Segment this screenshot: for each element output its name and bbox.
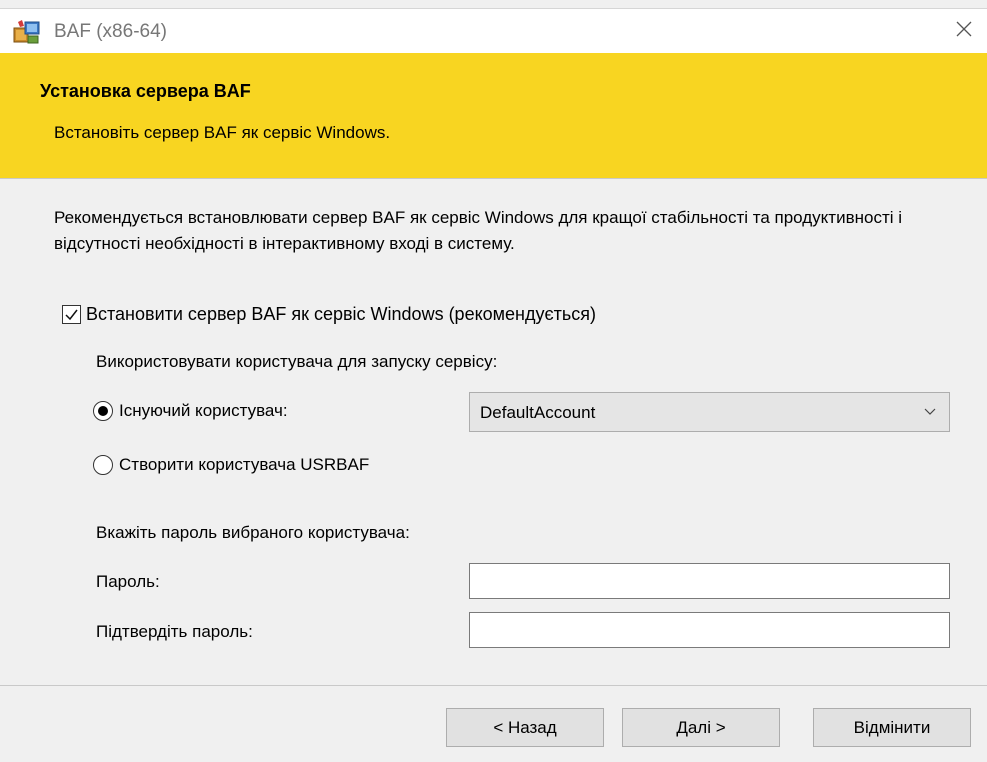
- create-user-radio[interactable]: [93, 455, 113, 475]
- confirm-password-input[interactable]: [470, 613, 949, 647]
- radio-selected-dot: [98, 406, 108, 416]
- user-select[interactable]: DefaultAccount: [469, 392, 950, 432]
- close-button[interactable]: [941, 9, 987, 53]
- password-section-label: Вкажіть пароль вибраного користувача:: [96, 523, 410, 542]
- existing-user-label: Існуючий користувач:: [119, 401, 288, 420]
- confirm-password-field[interactable]: [469, 612, 950, 648]
- create-user-option[interactable]: Створити користувача USRBAF: [93, 455, 369, 475]
- create-user-label: Створити користувача USRBAF: [119, 455, 370, 474]
- install-service-label: Встановити сервер BAF як сервіс Windows …: [86, 304, 597, 324]
- chevron-down-icon: [923, 405, 937, 424]
- installer-icon: [12, 18, 42, 46]
- cancel-button[interactable]: Відмінити: [813, 708, 971, 747]
- footer-bar: < Назад Далі > Відмінити: [0, 686, 987, 762]
- close-icon: [954, 19, 974, 44]
- install-service-option[interactable]: Встановити сервер BAF як сервіс Windows …: [62, 304, 596, 325]
- existing-user-option[interactable]: Існуючий користувач:: [93, 401, 288, 421]
- checkmark-icon: [65, 309, 78, 321]
- confirm-password-label: Підтвердіть пароль:: [96, 622, 253, 641]
- password-label: Пароль:: [96, 572, 160, 591]
- user-select-value: DefaultAccount: [480, 403, 596, 422]
- existing-user-radio[interactable]: [93, 401, 113, 421]
- description-text: Рекомендується встановлювати сервер BAF …: [54, 208, 903, 253]
- next-button[interactable]: Далі >: [622, 708, 780, 747]
- page-subtitle: Встановіть сервер BAF як сервіс Windows.: [54, 123, 391, 142]
- back-button[interactable]: < Назад: [446, 708, 604, 747]
- content-area: Рекомендується встановлювати сервер BAF …: [0, 179, 987, 685]
- window-title: BAF (x86-64): [54, 21, 167, 42]
- install-service-checkbox[interactable]: [62, 305, 81, 324]
- page-title: Установка сервера BAF: [40, 81, 251, 101]
- password-field[interactable]: [469, 563, 950, 599]
- user-section-label: Використовувати користувача для запуску …: [96, 352, 498, 371]
- title-bar: BAF (x86-64): [0, 8, 987, 53]
- header-banner: Установка сервера BAF Встановіть сервер …: [0, 53, 987, 179]
- installer-window: BAF (x86-64) Установка сервера BAF Встан…: [0, 0, 987, 762]
- password-input[interactable]: [470, 564, 949, 598]
